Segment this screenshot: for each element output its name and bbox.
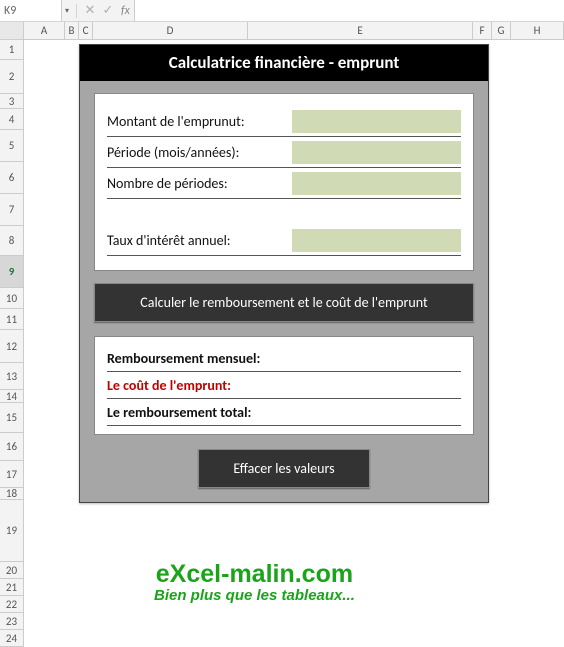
- column-header-H[interactable]: H: [511, 22, 564, 39]
- amount-label: Montant de l'emprunut:: [107, 113, 292, 130]
- name-box-dropdown[interactable]: ▾: [62, 6, 72, 16]
- row-header-1[interactable]: 1: [0, 40, 24, 60]
- enter-icon[interactable]: ✓: [99, 3, 117, 18]
- brand-line1: eXcel-malin.com: [154, 562, 355, 588]
- separator: [76, 4, 77, 18]
- column-header-G[interactable]: G: [492, 22, 511, 39]
- fx-icon[interactable]: fx: [121, 4, 130, 18]
- row-header-3[interactable]: 3: [0, 94, 24, 109]
- outputs-panel: Remboursement mensuel: Le coût de l'empr…: [94, 336, 474, 435]
- inputs-panel: Montant de l'emprunut: Période (mois/ann…: [94, 93, 474, 271]
- row-header-11[interactable]: 11: [0, 309, 24, 330]
- row-headers: 123456789101112131415161718192021222324: [0, 40, 24, 647]
- row-header-16[interactable]: 16: [0, 433, 24, 461]
- row-header-17[interactable]: 17: [0, 461, 24, 488]
- row-header-19[interactable]: 19: [0, 500, 24, 562]
- row-header-22[interactable]: 22: [0, 596, 24, 613]
- row-header-4[interactable]: 4: [0, 109, 24, 130]
- column-header-A[interactable]: A: [24, 22, 65, 39]
- row-header-24[interactable]: 24: [0, 630, 24, 647]
- worksheet: ABCDEFGH 1234567891011121314151617181920…: [0, 22, 564, 642]
- select-all-corner[interactable]: [0, 22, 24, 39]
- field-rate: Taux d'intérêt annuel:: [107, 225, 461, 256]
- rate-input[interactable]: [292, 229, 461, 252]
- calculator-title: Calculatrice financière - emprunt: [80, 45, 488, 81]
- period-label: Période (mois/années):: [107, 144, 292, 161]
- clear-button-row: Effacer les valeurs: [80, 447, 488, 502]
- row-header-12[interactable]: 12: [0, 330, 24, 363]
- column-header-F[interactable]: F: [473, 22, 492, 39]
- row-header-2[interactable]: 2: [0, 60, 24, 94]
- row-header-14[interactable]: 14: [0, 390, 24, 403]
- row-header-8[interactable]: 8: [0, 226, 24, 256]
- row-header-20[interactable]: 20: [0, 562, 24, 579]
- column-header-D[interactable]: D: [93, 22, 248, 39]
- monthly-label: Remboursement mensuel:: [107, 350, 260, 367]
- brand-footer: eXcel-malin.com Bien plus que les tablea…: [154, 562, 355, 603]
- formula-bar: K9 ▾ ✕ ✓ fx: [0, 0, 564, 22]
- row-header-15[interactable]: 15: [0, 403, 24, 433]
- field-amount: Montant de l'emprunut:: [107, 106, 461, 137]
- column-headers-row: ABCDEFGH: [0, 22, 564, 40]
- column-header-B[interactable]: B: [65, 22, 79, 39]
- clear-button[interactable]: Effacer les valeurs: [198, 449, 369, 488]
- field-count: Nombre de périodes:: [107, 168, 461, 199]
- row-header-13[interactable]: 13: [0, 363, 24, 390]
- output-cost: Le coût de l'emprunt:: [107, 372, 461, 399]
- row-header-23[interactable]: 23: [0, 613, 24, 630]
- field-period: Période (mois/années):: [107, 137, 461, 168]
- calculate-button[interactable]: Calculer le remboursement et le coût de …: [94, 283, 474, 322]
- amount-input[interactable]: [292, 110, 461, 133]
- count-label: Nombre de périodes:: [107, 175, 292, 192]
- column-header-C[interactable]: C: [79, 22, 93, 39]
- name-box-value: K9: [4, 4, 16, 18]
- output-monthly: Remboursement mensuel:: [107, 345, 461, 372]
- period-input[interactable]: [292, 141, 461, 164]
- calculator-card: Calculatrice financière - emprunt Montan…: [79, 44, 489, 503]
- calc-button-row: Calculer le remboursement et le coût de …: [94, 283, 474, 322]
- row-header-6[interactable]: 6: [0, 162, 24, 194]
- row-header-9[interactable]: 9: [0, 256, 24, 288]
- grid-area[interactable]: Calculatrice financière - emprunt Montan…: [24, 40, 564, 642]
- total-label: Le remboursement total:: [107, 404, 251, 421]
- row-header-18[interactable]: 18: [0, 488, 24, 500]
- row-header-5[interactable]: 5: [0, 130, 24, 162]
- spacer: [107, 199, 461, 225]
- column-header-E[interactable]: E: [248, 22, 473, 39]
- brand-line2: Bien plus que les tableaux...: [154, 588, 355, 603]
- row-header-7[interactable]: 7: [0, 194, 24, 226]
- row-header-21[interactable]: 21: [0, 579, 24, 596]
- rate-label: Taux d'intérêt annuel:: [107, 232, 292, 249]
- row-header-10[interactable]: 10: [0, 288, 24, 309]
- cancel-icon[interactable]: ✕: [81, 3, 99, 18]
- output-total: Le remboursement total:: [107, 399, 461, 426]
- formula-input[interactable]: [134, 0, 564, 21]
- count-input[interactable]: [292, 172, 461, 195]
- name-box[interactable]: K9: [0, 0, 62, 21]
- cost-label: Le coût de l'emprunt:: [107, 377, 231, 394]
